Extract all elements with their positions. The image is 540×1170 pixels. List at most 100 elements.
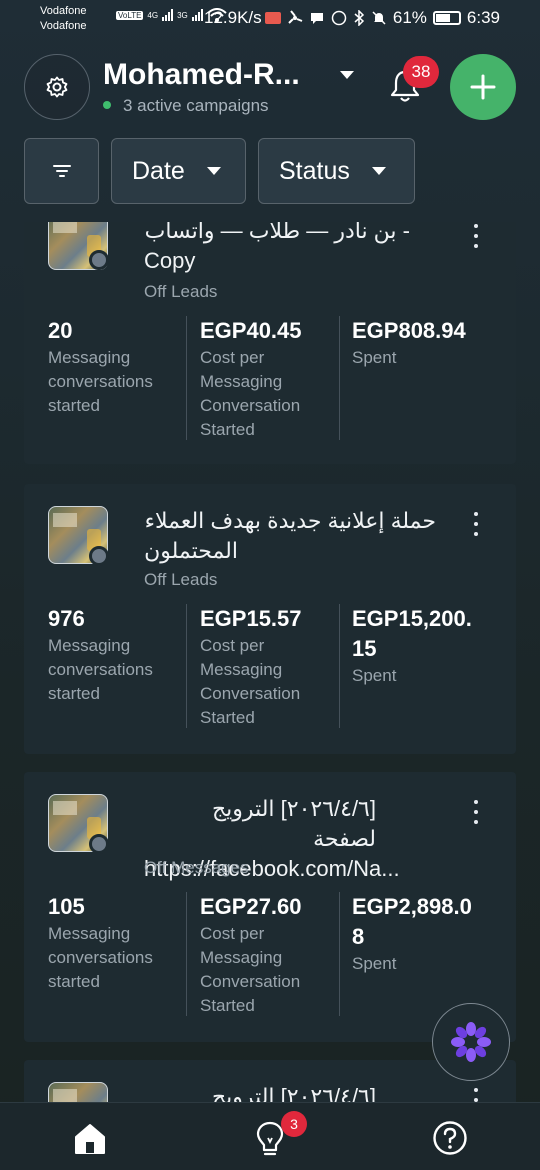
- metric-divider: [186, 604, 187, 728]
- campaign-title[interactable]: [٢٠٢٦/٤/٦] الترويج لصفحة: [144, 1082, 464, 1102]
- metric-conversations: 105 Messaging conversations started: [48, 892, 200, 1018]
- campaign-title-line-1: حملة إعلانية جديدة بهدف العملاء: [144, 508, 436, 533]
- metric-spent: EGP2,898.0 8 Spent: [352, 892, 492, 1018]
- metric-label: Cost per Messaging Conversation Started: [200, 924, 301, 1015]
- date-filter-dropdown[interactable]: Date: [111, 138, 246, 204]
- metrics-row: 976 Messaging conversations started EGP1…: [48, 604, 492, 730]
- campaign-status-objective: Off Messages: [144, 858, 249, 877]
- settings-button[interactable]: [24, 54, 90, 120]
- active-status-dot: [103, 101, 111, 109]
- campaign-status-objective: Off Leads: [144, 282, 218, 301]
- campaign-title[interactable]: حملة إعلانية جديدة بهدف العملاء المحتملو…: [144, 506, 464, 566]
- metric-value: EGP15,200. 15: [352, 606, 472, 661]
- metric-value: EGP27.60: [200, 894, 302, 919]
- network-speed: 12.9K/s: [204, 8, 262, 27]
- metric-cost-per-result: EGP27.60 Cost per Messaging Conversation…: [200, 892, 352, 1018]
- metric-label: Cost per Messaging Conversation Started: [200, 348, 301, 439]
- campaign-card[interactable]: - بن نادر — طلاب — واتساب Copy Off Leads…: [24, 222, 516, 464]
- sort-filter-button[interactable]: [24, 138, 99, 204]
- more-options-icon[interactable]: [472, 1088, 480, 1102]
- metric-value: 105: [48, 894, 85, 919]
- metric-value: EGP808.94: [352, 318, 466, 343]
- more-options-icon[interactable]: [472, 800, 480, 824]
- net-type-2: 3G: [177, 10, 188, 20]
- campaign-status-objective: Off Leads: [144, 570, 218, 589]
- metrics-row: 105 Messaging conversations started EGP2…: [48, 892, 492, 1018]
- plus-icon: [470, 74, 496, 100]
- metric-value: EGP15.57: [200, 606, 302, 631]
- metric-value: 20: [48, 318, 73, 343]
- clock: 6:39: [466, 8, 500, 27]
- bluetooth-icon: [354, 10, 364, 26]
- status-dot: [89, 250, 109, 270]
- metric-spent: EGP808.94 Spent: [352, 316, 492, 442]
- fan-icon: [288, 10, 303, 24]
- metric-label: Spent: [352, 348, 397, 367]
- campaign-thumbnail: [48, 1082, 108, 1102]
- metric-label: Spent: [352, 954, 397, 973]
- app-notification-icon: [264, 12, 281, 24]
- chevron-down-icon: [371, 167, 386, 175]
- date-filter-label: Date: [132, 156, 185, 185]
- campaign-title-line-1: - بن نادر — طلاب — واتساب: [144, 222, 410, 243]
- volte-badge: VoLTE: [116, 10, 144, 20]
- status-right: 61% 6:39: [264, 8, 500, 28]
- metric-label: Spent: [352, 666, 397, 685]
- metric-conversations: 976 Messaging conversations started: [48, 604, 200, 730]
- carrier-1: Vodafone: [40, 5, 87, 17]
- status-dot: [89, 546, 109, 566]
- battery-icon: [432, 11, 461, 25]
- ideas-badge[interactable]: 3: [281, 1111, 307, 1137]
- mute-icon: [372, 11, 386, 25]
- metric-value: EGP40.45: [200, 318, 302, 343]
- carrier-labels: Vodafone Vodafone: [40, 4, 87, 34]
- metric-cost-per-result: EGP40.45 Cost per Messaging Conversation…: [200, 316, 352, 442]
- metric-label: Cost per Messaging Conversation Started: [200, 636, 301, 727]
- metric-divider: [186, 316, 187, 440]
- status-bar: Vodafone Vodafone VoLTE 4G 3G 12.9K/s 61…: [0, 0, 540, 36]
- notification-badge[interactable]: 38: [403, 56, 439, 88]
- metric-value: EGP2,898.0 8: [352, 894, 472, 949]
- whatsapp-icon: [331, 10, 347, 26]
- create-campaign-button[interactable]: [450, 54, 516, 120]
- campaign-list[interactable]: - بن نادر — طلاب — واتساب Copy Off Leads…: [0, 222, 540, 1102]
- help-icon[interactable]: [432, 1120, 468, 1156]
- status-filter-label: Status: [279, 156, 350, 185]
- more-options-icon[interactable]: [472, 224, 480, 248]
- metric-divider: [339, 892, 340, 1016]
- metric-label: Messaging conversations started: [48, 348, 153, 415]
- account-name[interactable]: Mohamed-R...: [103, 58, 300, 92]
- chevron-down-icon: [206, 167, 221, 175]
- chat-icon: [310, 13, 323, 24]
- account-dropdown-icon[interactable]: [340, 71, 354, 79]
- metric-divider: [186, 892, 187, 1016]
- metrics-row: 20 Messaging conversations started EGP40…: [48, 316, 492, 442]
- gear-icon: [46, 76, 68, 98]
- metric-conversations: 20 Messaging conversations started: [48, 316, 200, 442]
- metric-divider: [339, 604, 340, 728]
- metric-label: Messaging conversations started: [48, 636, 153, 703]
- metric-label: Messaging conversations started: [48, 924, 153, 991]
- signal-2-icon: [191, 9, 203, 21]
- campaign-title-line-1: [٢٠٢٦/٤/٦] الترويج لصفحة: [211, 796, 376, 851]
- carrier-2: Vodafone: [40, 20, 87, 32]
- net-type-1: 4G: [147, 10, 159, 20]
- active-campaigns-count: 3 active campaigns: [123, 96, 269, 115]
- home-icon[interactable]: [72, 1121, 108, 1157]
- campaign-card[interactable]: حملة إعلانية جديدة بهدف العملاء المحتملو…: [24, 484, 516, 754]
- campaign-title-line-2: Copy: [144, 248, 196, 273]
- status-filter-dropdown[interactable]: Status: [258, 138, 415, 204]
- signal-1-icon: [162, 9, 174, 21]
- campaign-title-line-1: [٢٠٢٦/٤/٦] الترويج لصفحة: [211, 1084, 376, 1102]
- filter-lines-icon: [52, 165, 71, 177]
- campaign-card[interactable]: [٢٠٢٦/٤/٦] الترويج لصفحة https://faceboo…: [24, 772, 516, 1042]
- metric-value: 976: [48, 606, 85, 631]
- assistant-button[interactable]: [432, 1003, 510, 1081]
- bottom-navigation: 3: [0, 1102, 540, 1170]
- campaign-title[interactable]: - بن نادر — طلاب — واتساب Copy: [144, 222, 464, 276]
- more-options-icon[interactable]: [472, 512, 480, 536]
- metric-spent: EGP15,200. 15 Spent: [352, 604, 492, 730]
- metric-cost-per-result: EGP15.57 Cost per Messaging Conversation…: [200, 604, 352, 730]
- metric-divider: [339, 316, 340, 440]
- flower-icon: [451, 1022, 491, 1062]
